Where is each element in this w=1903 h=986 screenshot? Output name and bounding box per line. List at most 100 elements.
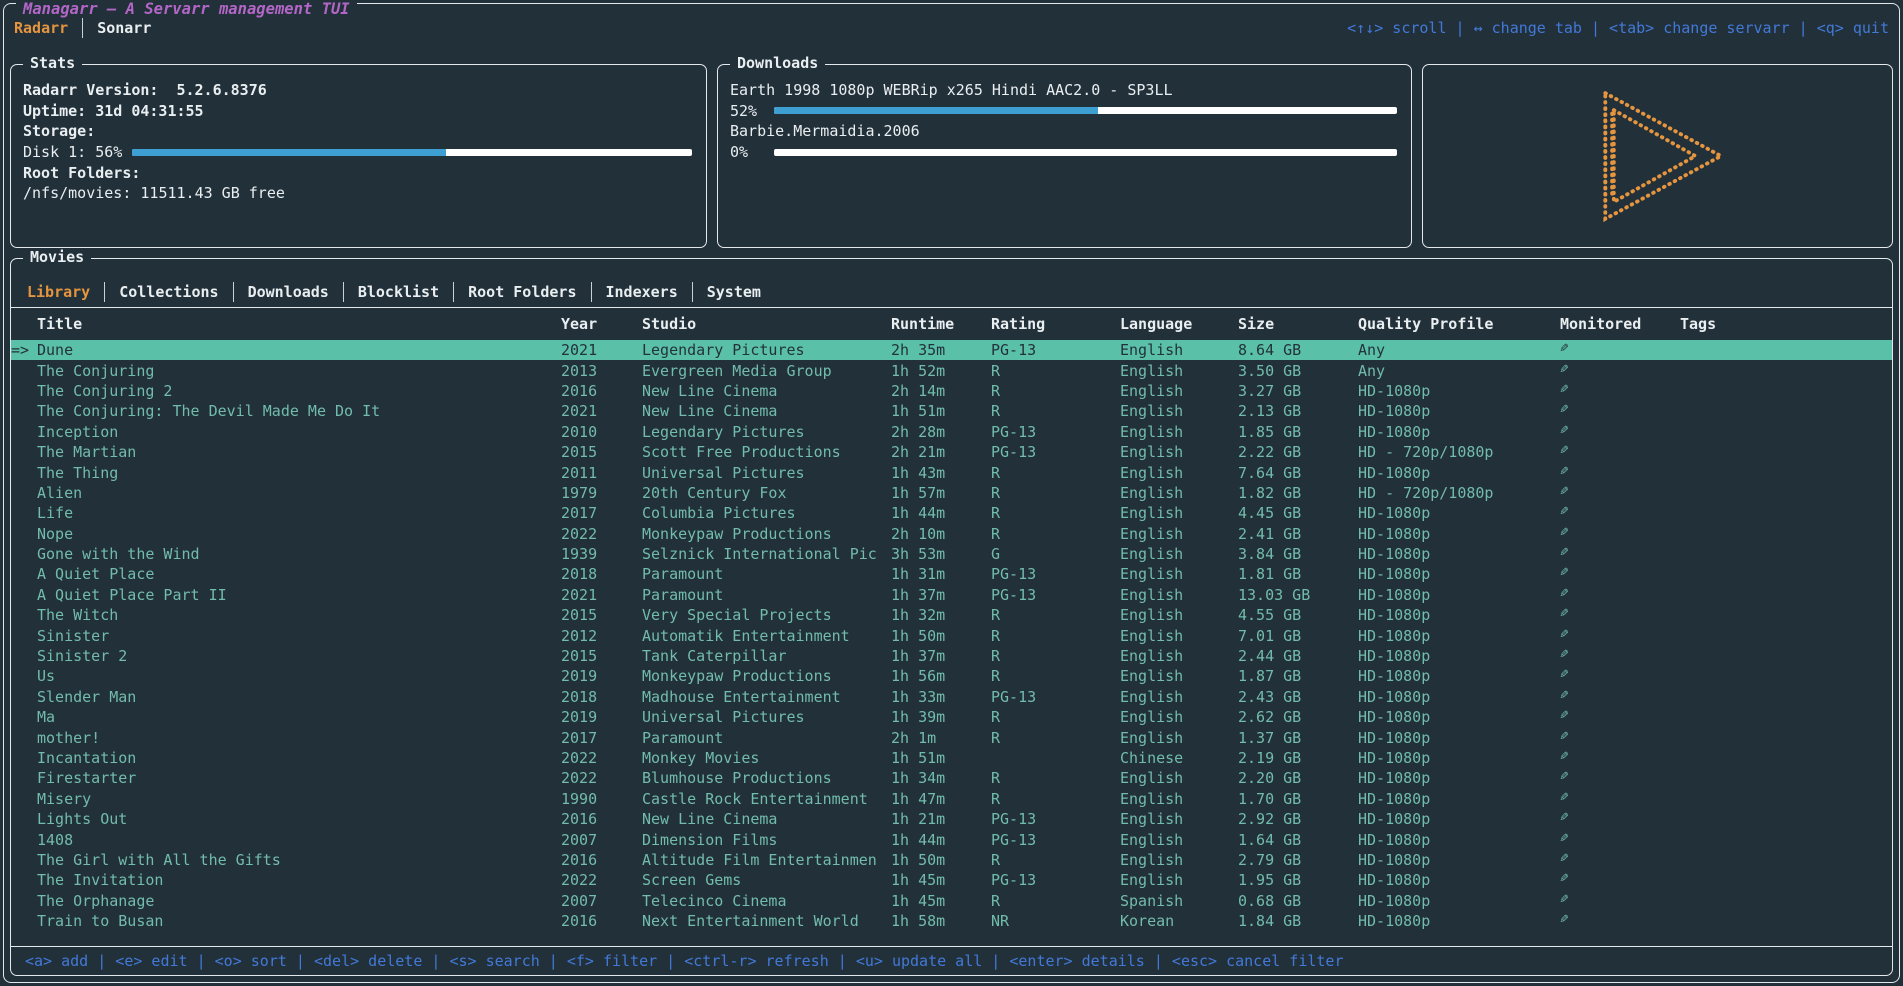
cell-title: Nope <box>37 525 561 543</box>
movie-row[interactable]: The Conjuring2013Evergreen Media Group1h… <box>11 360 1892 380</box>
cell-monitored: ✎ <box>1560 442 1680 462</box>
movies-table-header: TitleYearStudioRuntimeRatingLanguageSize… <box>11 308 1892 340</box>
monitored-icon: ✎ <box>1560 626 1568 642</box>
cell-title: 1408 <box>37 831 561 849</box>
movies-tab-root-folders[interactable]: Root Folders <box>468 283 576 301</box>
movies-tab-indexers[interactable]: Indexers <box>606 283 678 301</box>
movie-row[interactable]: The Invitation2022Screen Gems1h 45mPG-13… <box>11 870 1892 890</box>
movie-row[interactable]: A Quiet Place Part II2021Paramount1h 37m… <box>11 585 1892 605</box>
movies-tab-system[interactable]: System <box>707 283 761 301</box>
cell-runtime: 1h 51m <box>891 749 991 767</box>
movies-tab-downloads[interactable]: Downloads <box>248 283 329 301</box>
movies-tab-blocklist[interactable]: Blocklist <box>358 283 439 301</box>
cell-size: 0.68 GB <box>1238 892 1358 910</box>
cell-title: The Conjuring <box>37 362 561 380</box>
cell-year: 2019 <box>561 708 642 726</box>
cell-quality-profile: HD-1080p <box>1358 382 1560 400</box>
movie-row[interactable]: The Martian2015Scott Free Productions2h … <box>11 442 1892 462</box>
cell-language: English <box>1120 871 1238 889</box>
movies-tab-bar: Library Collections Downloads Blocklist Root… <box>11 277 1892 308</box>
cell-quality-profile: HD-1080p <box>1358 851 1560 869</box>
cell-runtime: 1h 33m <box>891 688 991 706</box>
cell-runtime: 2h 1m <box>891 729 991 747</box>
monitored-icon: ✎ <box>1560 646 1568 662</box>
radarr-version-value: 5.2.6.8376 <box>176 81 266 99</box>
movie-row[interactable]: The Girl with All the Gifts2016Altitude … <box>11 850 1892 870</box>
movie-row[interactable]: Ma2019Universal Pictures1h 39mREnglish2.… <box>11 707 1892 727</box>
cell-studio: Legendary Pictures <box>642 423 891 441</box>
cell-studio: Scott Free Productions <box>642 443 891 461</box>
cell-runtime: 3h 53m <box>891 545 991 563</box>
monitored-icon: ✎ <box>1560 911 1568 927</box>
movies-table-body: =>Dune2021Legendary Pictures2h 35mPG-13E… <box>11 340 1892 931</box>
cell-runtime: 2h 28m <box>891 423 991 441</box>
movie-row[interactable]: The Orphanage2007Telecinco Cinema1h 45mR… <box>11 891 1892 911</box>
cell-monitored: ✎ <box>1560 401 1680 421</box>
cell-monitored: ✎ <box>1560 503 1680 523</box>
movie-row[interactable]: Alien197920th Century Fox1h 57mREnglish1… <box>11 483 1892 503</box>
monitored-icon: ✎ <box>1560 381 1568 397</box>
movie-row[interactable]: Sinister 22015Tank Caterpillar1h 37mREng… <box>11 646 1892 666</box>
cell-quality-profile: HD-1080p <box>1358 871 1560 889</box>
movie-row[interactable]: Train to Busan2016Next Entertainment Wor… <box>11 911 1892 931</box>
cell-language: English <box>1120 729 1238 747</box>
movie-row[interactable]: A Quiet Place2018Paramount1h 31mPG-13Eng… <box>11 564 1892 584</box>
cell-size: 2.43 GB <box>1238 688 1358 706</box>
movie-row[interactable]: Inception2010Legendary Pictures2h 28mPG-… <box>11 422 1892 442</box>
cell-quality-profile: HD-1080p <box>1358 729 1560 747</box>
cell-title: Sinister 2 <box>37 647 561 665</box>
movie-row[interactable]: Misery1990Castle Rock Entertainment1h 47… <box>11 789 1892 809</box>
managarr-app: Managarr – A Servarr management TUI Rada… <box>0 0 1903 986</box>
movie-row[interactable]: Firestarter2022Blumhouse Productions1h 3… <box>11 768 1892 788</box>
cell-rating: PG-13 <box>991 871 1120 889</box>
movie-row[interactable]: =>Dune2021Legendary Pictures2h 35mPG-13E… <box>11 340 1892 360</box>
movie-row[interactable]: mother!2017Paramount2h 1mREnglish1.37 GB… <box>11 727 1892 747</box>
monitored-icon: ✎ <box>1560 361 1568 377</box>
movie-row[interactable]: Nope2022Monkeypaw Productions2h 10mREngl… <box>11 524 1892 544</box>
cell-year: 1979 <box>561 484 642 502</box>
servarr-tab-radarr[interactable]: Radarr <box>14 19 68 37</box>
cell-year: 2015 <box>561 443 642 461</box>
monitored-icon: ✎ <box>1560 585 1568 601</box>
column-header-tags: Tags <box>1680 315 1892 333</box>
movie-row[interactable]: Us2019Monkeypaw Productions1h 56mREnglis… <box>11 666 1892 686</box>
cell-title: The Orphanage <box>37 892 561 910</box>
disk-usage-bar <box>132 149 692 156</box>
cell-monitored: ✎ <box>1560 422 1680 442</box>
cell-runtime: 1h 21m <box>891 810 991 828</box>
cell-year: 2021 <box>561 402 642 420</box>
movie-row[interactable]: Lights Out2016New Line Cinema1h 21mPG-13… <box>11 809 1892 829</box>
movie-row[interactable]: 14082007Dimension Films1h 44mPG-13Englis… <box>11 829 1892 849</box>
movie-row[interactable]: Slender Man2018Madhouse Entertainment1h … <box>11 687 1892 707</box>
cell-title: A Quiet Place <box>37 565 561 583</box>
cell-quality-profile: HD-1080p <box>1358 647 1560 665</box>
movies-tab-collections[interactable]: Collections <box>119 283 218 301</box>
movie-row[interactable]: The Conjuring: The Devil Made Me Do It20… <box>11 401 1892 421</box>
movie-row[interactable]: Incantation2022Monkey Movies1h 51mChines… <box>11 748 1892 768</box>
download-progress-row: 52% <box>730 101 1397 122</box>
cell-studio: Legendary Pictures <box>642 341 891 359</box>
movie-row[interactable]: The Conjuring 22016New Line Cinema2h 14m… <box>11 381 1892 401</box>
cell-year: 1939 <box>561 545 642 563</box>
movie-row[interactable]: Sinister2012Automatik Entertainment1h 50… <box>11 625 1892 645</box>
cell-year: 2022 <box>561 525 642 543</box>
cell-studio: Dimension Films <box>642 831 891 849</box>
movie-row[interactable]: Gone with the Wind1939Selznick Internati… <box>11 544 1892 564</box>
monitored-icon: ✎ <box>1560 850 1568 866</box>
cell-year: 2007 <box>561 831 642 849</box>
cell-year: 2017 <box>561 504 642 522</box>
cell-language: English <box>1120 790 1238 808</box>
cell-size: 1.81 GB <box>1238 565 1358 583</box>
movie-row[interactable]: The Witch2015Very Special Projects1h 32m… <box>11 605 1892 625</box>
cell-runtime: 1h 45m <box>891 871 991 889</box>
cell-quality-profile: HD-1080p <box>1358 565 1560 583</box>
logo-panel <box>1422 64 1893 248</box>
monitored-icon: ✎ <box>1560 503 1568 519</box>
movie-row[interactable]: Life2017Columbia Pictures1h 44mREnglish4… <box>11 503 1892 523</box>
movie-row[interactable]: The Thing2011Universal Pictures1h 43mREn… <box>11 462 1892 482</box>
servarr-tab-sonarr[interactable]: Sonarr <box>97 19 151 37</box>
cell-monitored: ✎ <box>1560 728 1680 748</box>
monitored-icon: ✎ <box>1560 768 1568 784</box>
cell-studio: Castle Rock Entertainment <box>642 790 891 808</box>
movies-tab-library[interactable]: Library <box>27 283 90 301</box>
